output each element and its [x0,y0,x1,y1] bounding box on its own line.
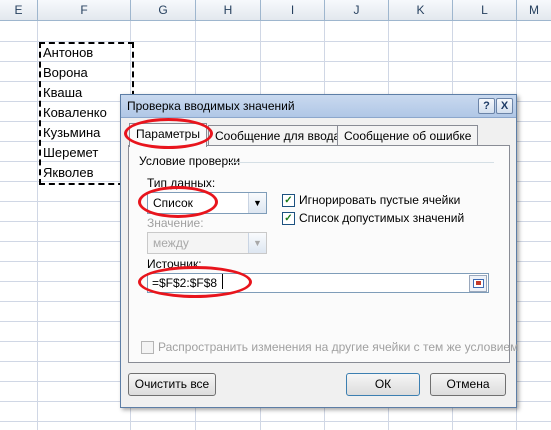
column-header-h[interactable]: H [196,0,261,20]
close-button[interactable]: X [496,98,513,114]
source-label: Источник: [147,257,202,271]
operator-select: между ▼ [147,232,267,254]
in-cell-dropdown-label: Список допустимых значений [299,211,465,225]
data-validation-dialog: Проверка вводимых значений ? X Параметры… [120,94,518,408]
group-divider [229,162,494,163]
cancel-button[interactable]: Отмена [430,373,506,396]
checkmark-icon[interactable]: ✓ [282,194,295,207]
help-button[interactable]: ? [478,98,495,114]
operator-value: между [153,236,189,250]
apply-all-label: Распространить изменения на другие ячейк… [158,340,519,354]
column-header-f[interactable]: F [38,0,131,20]
column-header-m[interactable]: M [517,0,551,20]
ignore-blank-label: Игнорировать пустые ячейки [299,193,461,207]
source-value: =$F$2:$F$8 [152,276,218,290]
data-type-value: Список [153,196,193,210]
ok-button[interactable]: ОК [346,373,420,396]
column-header-j[interactable]: J [325,0,389,20]
dialog-title-bar[interactable]: Проверка вводимых значений ? X [121,95,516,118]
tab-input-message[interactable]: Сообщение для ввода [208,125,348,146]
checkmark-icon[interactable]: ✓ [282,212,295,225]
validation-criteria-label: Условие проверки [139,154,241,168]
chevron-down-icon[interactable]: ▼ [248,193,266,213]
tab-error-alert[interactable]: Сообщение об ошибке [337,125,479,146]
data-type-select[interactable]: Список ▼ [147,192,267,214]
chevron-down-icon: ▼ [248,233,266,253]
collapse-dialog-icon[interactable] [469,275,487,292]
column-header-bar: E F G H I J K L M [0,0,551,21]
data-type-label: Тип данных: [147,176,216,190]
clear-all-button[interactable]: Очистить все [128,373,216,396]
column-header-e[interactable]: E [0,0,38,20]
settings-panel: Условие проверки Тип данных: Список ▼ ✓ … [128,145,518,363]
source-input[interactable]: =$F$2:$F$8 [147,273,489,293]
operator-label: Значение: [147,216,204,230]
checkbox-icon [141,341,154,354]
column-header-i[interactable]: I [261,0,325,20]
column-header-l[interactable]: L [453,0,517,20]
tab-settings[interactable]: Параметры [129,123,207,147]
column-header-g[interactable]: G [131,0,196,20]
dialog-title: Проверка вводимых значений [127,99,295,113]
text-cursor [222,274,223,289]
column-header-k[interactable]: K [389,0,453,20]
